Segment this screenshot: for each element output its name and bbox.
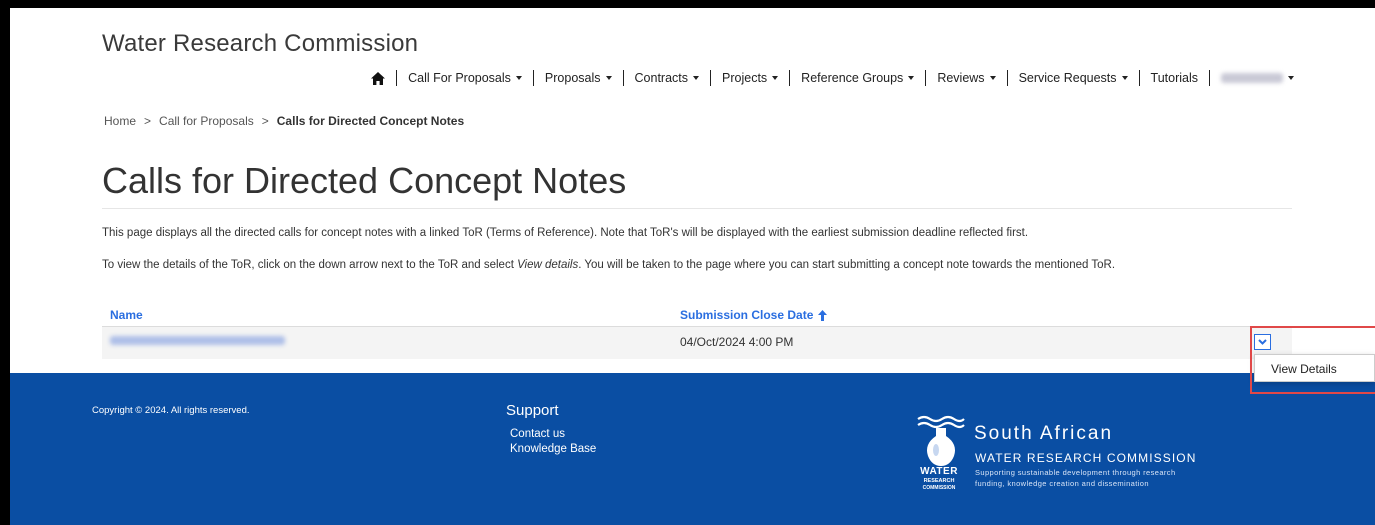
caret-down-icon <box>605 76 612 80</box>
breadcrumb-call-for-proposals[interactable]: Call for Proposals <box>159 114 254 128</box>
org-name-line1: South African <box>974 423 1114 444</box>
copyright: Copyright © 2024. All rights reserved. <box>92 405 250 416</box>
caret-down-icon <box>989 76 996 80</box>
nav-label: Service Requests <box>1018 71 1117 85</box>
view-details-menu-item[interactable]: View Details <box>1254 354 1375 382</box>
nav-label: Reference Groups <box>801 71 904 85</box>
nav-reference-groups[interactable]: Reference Groups <box>790 71 925 85</box>
page-title: Calls for Directed Concept Notes <box>102 160 627 201</box>
page-instructions: To view the details of the ToR, click on… <box>102 259 1115 271</box>
nav-label: Projects <box>722 71 768 85</box>
nav-home[interactable] <box>360 71 396 85</box>
breadcrumb-separator: > <box>261 114 269 128</box>
caret-down-icon <box>772 76 779 80</box>
caret-down-icon <box>515 76 522 80</box>
user-name-redacted <box>1221 73 1283 83</box>
nav-tutorials[interactable]: Tutorials <box>1140 71 1209 85</box>
caret-down-icon <box>1288 76 1294 80</box>
page-description: This page displays all the directed call… <box>102 227 1029 239</box>
nav-service-requests[interactable]: Service Requests <box>1008 71 1139 85</box>
tor-name-link-redacted[interactable] <box>110 336 285 345</box>
caret-down-icon <box>1121 76 1128 80</box>
site-brand[interactable]: Water Research Commission <box>102 30 418 58</box>
instructions-text-end: . You will be taken to the page where yo… <box>578 259 1116 271</box>
breadcrumb-current: Calls for Directed Concept Notes <box>276 114 465 128</box>
column-header-name[interactable]: Name <box>110 308 143 322</box>
page: Water Research Commission Call For Propo… <box>10 8 1375 525</box>
nav-call-for-proposals[interactable]: Call For Proposals <box>397 71 533 85</box>
nav-label: Tutorials <box>1150 71 1198 85</box>
main-nav: Call For Proposals Proposals Contracts P… <box>360 70 1305 86</box>
home-icon <box>371 71 386 85</box>
nav-label: Contracts <box>634 71 689 85</box>
nav-reviews[interactable]: Reviews <box>926 71 1006 85</box>
arrow-up-icon <box>818 309 828 321</box>
chevron-down-icon <box>1258 339 1267 345</box>
nav-projects[interactable]: Projects <box>711 71 789 85</box>
logo-word-water: WATER <box>920 466 958 477</box>
column-header-label: Submission Close Date <box>680 308 814 322</box>
breadcrumb-home[interactable]: Home <box>104 114 136 128</box>
org-tagline-line2: funding, knowledge creation and dissemin… <box>975 479 1149 488</box>
caret-down-icon <box>908 76 915 80</box>
org-tagline-line1: Supporting sustainable development throu… <box>975 468 1176 477</box>
site-footer: Copyright © 2024. All rights reserved. S… <box>10 373 1375 525</box>
instructions-emphasis: View details <box>517 259 579 271</box>
nav-proposals[interactable]: Proposals <box>534 71 623 85</box>
submission-close-date: 04/Oct/2024 4:00 PM <box>680 335 794 349</box>
column-header-submission-close-date[interactable]: Submission Close Date <box>680 308 828 322</box>
nav-label: Reviews <box>937 71 985 85</box>
caret-down-icon <box>693 76 700 80</box>
org-name-line2: WATER RESEARCH COMMISSION <box>975 451 1197 465</box>
nav-label: Call For Proposals <box>408 71 511 85</box>
row-actions-toggle[interactable] <box>1254 334 1271 350</box>
knowledge-base-link[interactable]: Knowledge Base <box>510 443 596 455</box>
title-divider <box>102 208 1292 209</box>
nav-contracts[interactable]: Contracts <box>624 71 711 85</box>
nav-user-menu[interactable] <box>1210 73 1305 83</box>
logo-word-research: RESEARCH <box>923 478 955 484</box>
breadcrumb-separator: > <box>144 114 152 128</box>
nav-label: Proposals <box>544 71 601 85</box>
support-heading: Support <box>506 402 559 419</box>
instructions-text: To view the details of the ToR, click on… <box>102 259 518 271</box>
contact-us-link[interactable]: Contact us <box>510 428 565 440</box>
logo-word-commission: COMMISSION <box>922 485 956 491</box>
breadcrumb: Home > Call for Proposals > Calls for Di… <box>104 114 464 128</box>
